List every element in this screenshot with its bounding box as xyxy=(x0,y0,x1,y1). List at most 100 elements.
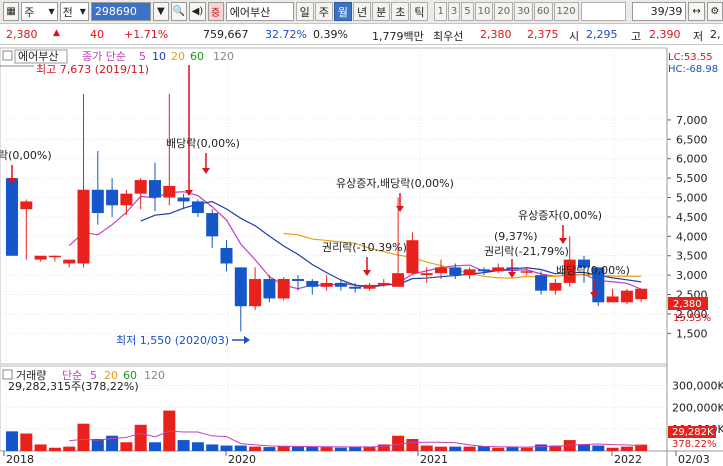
interval-tab[interactable]: 60 xyxy=(533,2,553,21)
rights4-label: 유상증자(0,00%) xyxy=(518,209,602,222)
volume-panel-frame xyxy=(0,365,668,452)
interval-tab[interactable]: 120 xyxy=(553,2,579,21)
period-tab[interactable]: 초 xyxy=(391,2,410,21)
volume-menu-icon[interactable] xyxy=(2,369,13,380)
current-price: 2,380 xyxy=(6,28,38,41)
candle-body xyxy=(48,255,61,258)
candle-body xyxy=(149,180,161,198)
candle-body xyxy=(191,201,204,214)
xaxis-ticks: 2018 2020 2021 2022 02/03 xyxy=(3,451,710,466)
x-tick-label: 2021 xyxy=(420,453,448,466)
volume-tick-label: 200,000K xyxy=(672,401,723,414)
volume-bar xyxy=(506,447,519,451)
volume-bar xyxy=(206,444,219,451)
volume-bar xyxy=(220,445,233,451)
type-select[interactable]: 전 ▼ xyxy=(59,2,89,21)
candle-body xyxy=(520,271,533,273)
div1-arrow-head xyxy=(202,168,210,174)
stock-badge-icon[interactable]: 증 xyxy=(207,2,224,21)
ma120-legend: 120 xyxy=(213,50,234,63)
candle-body xyxy=(635,288,648,300)
volume-bar xyxy=(320,447,333,451)
candle-body xyxy=(406,240,419,274)
volume-bar xyxy=(249,446,262,451)
period-tab[interactable]: 주 xyxy=(314,2,333,21)
volume-bar xyxy=(120,442,133,451)
stock-name-text: 에어부산 xyxy=(229,5,271,19)
interval-tab[interactable]: 10 xyxy=(474,2,494,21)
grid-icon[interactable]: ▦ xyxy=(3,2,20,21)
interval-tab[interactable]: 1 xyxy=(434,2,447,21)
rights3a-label: (9,37%) xyxy=(494,230,538,243)
ma-label: 종가 단순 xyxy=(82,50,126,63)
open-label: 시 xyxy=(569,30,580,43)
low-label: 저 xyxy=(693,30,704,43)
interval-tab[interactable]: 5 xyxy=(461,2,474,21)
high-label: 고 xyxy=(631,30,642,43)
code-input[interactable]: 298690 xyxy=(90,2,151,21)
current-price-label: 2,380 xyxy=(673,299,702,310)
volume-bar xyxy=(463,446,476,451)
volume-bar xyxy=(406,438,419,451)
ma60-legend: 60 xyxy=(190,50,204,63)
speaker-icon[interactable]: ◀) xyxy=(189,2,206,21)
blank-field[interactable] xyxy=(580,2,626,21)
volume-bar xyxy=(134,424,147,451)
candle-body xyxy=(620,290,633,303)
vol-ratio: 32.72% xyxy=(265,28,307,41)
candle-body xyxy=(292,279,304,281)
candle-body xyxy=(63,259,76,264)
period-tab[interactable]: 일 xyxy=(295,2,314,21)
candle-body xyxy=(306,280,319,287)
interval-tab[interactable]: 3 xyxy=(447,2,461,21)
panel-menu-icon[interactable] xyxy=(2,50,13,61)
div1-label: 배당락(0,00%) xyxy=(166,137,240,150)
turnover: 0.39% xyxy=(313,28,348,41)
low-arrow-head xyxy=(244,336,250,344)
rights1-arrow-head xyxy=(396,206,404,212)
volume-tick-label: 300,000K xyxy=(672,379,723,392)
interval-tab[interactable]: 20 xyxy=(494,2,514,21)
candle-body xyxy=(463,269,476,276)
period-tab[interactable]: 분 xyxy=(372,2,391,21)
lc-label: LC:53.55 xyxy=(668,52,713,63)
chevron-down-icon: ▼ xyxy=(79,7,86,16)
volume-bar xyxy=(292,446,304,451)
candle-body xyxy=(20,201,33,210)
current-pct-label: 15.53% xyxy=(673,313,711,324)
period-tab[interactable]: 월 xyxy=(333,2,352,21)
search-icon[interactable]: 🔍 xyxy=(170,2,188,21)
volume-bar xyxy=(263,447,276,451)
price-panel-title: 에어부산 xyxy=(18,50,58,63)
price-tick-label: 7,000 xyxy=(676,114,708,127)
candle-body xyxy=(349,286,362,289)
volume-bar xyxy=(277,446,290,451)
rights2-label: 권리락(-10.39%) xyxy=(322,241,407,254)
candle-body xyxy=(263,279,276,299)
interval-tabs: 1 3 5 10 20 30 60 120 xyxy=(434,2,579,21)
volume-bar xyxy=(592,445,605,451)
interval-tab[interactable]: 30 xyxy=(514,2,533,21)
low-price: 2, xyxy=(710,28,721,41)
volume-bar xyxy=(48,447,61,451)
volume-bar xyxy=(420,445,433,451)
div0-label: 락(0,00%) xyxy=(0,149,52,162)
volume-bar xyxy=(34,444,47,451)
chevron-down-icon[interactable]: ▼ xyxy=(152,2,169,21)
volume-info: 29,282,315주(378,22%) xyxy=(8,380,139,393)
stock-chart[interactable]: 7,000 6,500 6,000 5,500 5,000 4,500 4,000 3,500… xyxy=(0,45,723,466)
ma5-legend: 5 xyxy=(139,50,146,63)
period-tab[interactable]: 틱 xyxy=(410,2,429,21)
candle-body xyxy=(34,255,47,260)
candle-body xyxy=(177,197,190,202)
change-pct: +1.71% xyxy=(124,28,169,41)
vol-ma120: 120 xyxy=(144,369,165,382)
candle-body xyxy=(277,279,290,299)
candle-body xyxy=(449,267,462,276)
nav-icon[interactable]: ↔ xyxy=(688,2,705,21)
candle-body xyxy=(377,282,390,285)
settings-icon[interactable]: ⚙ xyxy=(706,2,723,21)
period-select[interactable]: 주 ▼ xyxy=(21,2,58,21)
period-tab[interactable]: 년 xyxy=(352,2,372,21)
candle-body xyxy=(120,193,133,206)
